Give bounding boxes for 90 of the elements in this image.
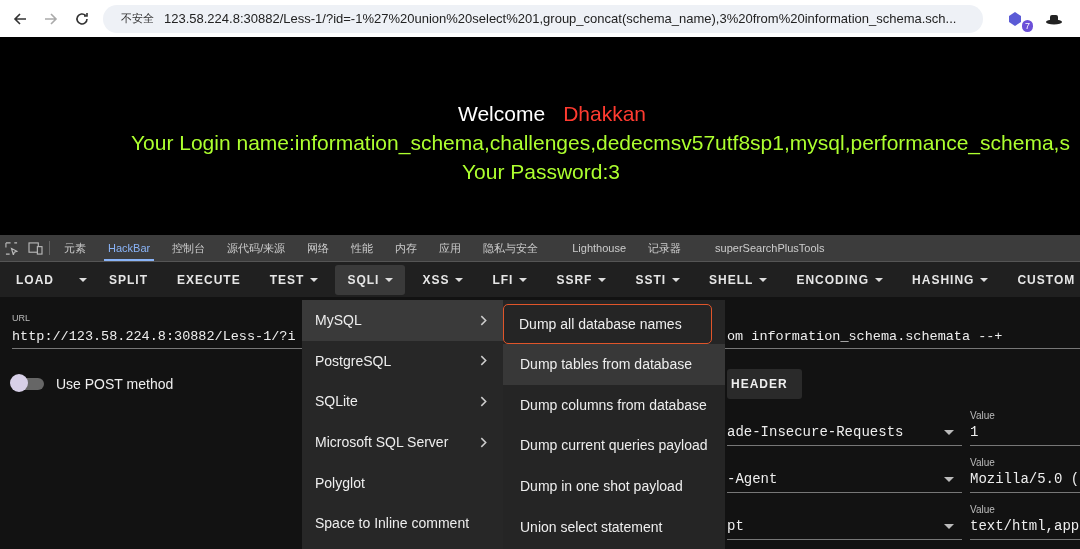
menu-item[interactable]: Dump all database names xyxy=(503,304,712,344)
extension-icon[interactable] xyxy=(1007,10,1023,27)
header-value-field[interactable]: 1 xyxy=(970,421,1080,446)
menu-item[interactable]: Dump tables from database xyxy=(503,344,725,385)
devtools-tab[interactable]: 隐私与安全 xyxy=(479,235,543,261)
dropdown-caret-icon xyxy=(944,430,954,435)
password-text: Your Password:3 xyxy=(461,159,621,185)
devtools-tab[interactable]: 记录器 xyxy=(644,235,686,261)
inspect-icon[interactable] xyxy=(5,241,18,255)
value-label: Value xyxy=(970,457,996,468)
menu-item[interactable]: Dump current queries payload xyxy=(503,425,725,466)
hat-icon[interactable] xyxy=(1045,12,1063,25)
menu-item[interactable]: Dump columns from database xyxy=(503,384,725,426)
header-value-field[interactable]: Mozilla/5.0 ( xyxy=(970,468,1080,493)
device-icon[interactable] xyxy=(28,241,43,255)
menu-button[interactable]: LFI xyxy=(480,264,540,295)
chevron-icon xyxy=(480,436,487,448)
back-icon[interactable] xyxy=(12,10,28,27)
devtools-tab[interactable]: Lighthouse xyxy=(568,235,631,261)
toolbar-button[interactable]: LOAD xyxy=(4,264,66,295)
reload-icon[interactable] xyxy=(74,10,90,27)
menu-item-label: PostgreSQL xyxy=(315,352,392,369)
welcome-text: Welcome xyxy=(458,101,546,127)
devtools-tab[interactable]: 元素 xyxy=(60,235,90,261)
caret-icon xyxy=(455,277,464,282)
header-name: ade-Insecure-Requests xyxy=(727,424,904,440)
dropdown-caret-icon xyxy=(944,477,954,482)
menu-item[interactable]: Polyglot xyxy=(302,462,503,503)
toggle-label: Use POST method xyxy=(56,376,174,392)
extension-badge: 7 xyxy=(1022,19,1033,32)
dropdown-caret-icon xyxy=(944,524,954,529)
caret-icon xyxy=(875,277,884,282)
url-value: om information_schema.schemata --+ xyxy=(727,329,1004,344)
menu-button[interactable]: SQLI xyxy=(335,264,406,295)
menu-item-label: Polyglot xyxy=(315,474,365,491)
menu-button[interactable]: CUSTOM xyxy=(1005,264,1080,295)
caret-icon xyxy=(598,277,607,282)
menu-button[interactable]: HASHING xyxy=(900,264,1001,295)
menu-item[interactable]: SQLite xyxy=(302,381,503,422)
chevron-icon xyxy=(480,355,487,367)
devtools-tab[interactable]: 性能 xyxy=(347,235,378,261)
value-label: Value xyxy=(970,504,996,515)
toolbar-button[interactable]: EXECUTE xyxy=(165,264,253,295)
security-label: 不安全 xyxy=(121,11,154,26)
value-label: Value xyxy=(970,410,996,421)
header-name: -Agent xyxy=(727,471,778,487)
menu-item-label: SQLite xyxy=(315,393,358,410)
address-bar[interactable]: 不安全 123.58.224.8:30882/Less-1/?id=-1%27%20union%20select%201,group_concat(schema_name),3%20from%20information_schema.sch... xyxy=(103,4,983,33)
menu-button[interactable]: ENCODING xyxy=(784,264,896,295)
chevron-icon xyxy=(480,396,487,407)
header-name-field[interactable]: -Agent xyxy=(727,457,962,493)
caret-icon xyxy=(980,277,989,282)
header-value-field[interactable]: text/html,app xyxy=(970,515,1080,540)
chevron-icon xyxy=(480,314,487,326)
menu-item[interactable]: Union select statement xyxy=(503,506,725,547)
caret-icon xyxy=(672,277,681,282)
menu-button[interactable]: XSS xyxy=(410,264,476,295)
menu-button[interactable]: TEST xyxy=(257,264,331,295)
url-value: http://123.58.224.8:30882/Less-1/?i xyxy=(12,329,297,344)
menu-button[interactable]: SSTI xyxy=(623,264,693,295)
menu-item[interactable]: MySQL xyxy=(302,300,503,341)
user-name: Dhakkan xyxy=(563,101,646,127)
caret-icon xyxy=(79,277,87,282)
caret-icon xyxy=(385,277,394,282)
menu-item-label: Space to Inline comment xyxy=(315,515,470,532)
devtools-tab[interactable]: superSearchPlusTools xyxy=(711,235,829,261)
url-label: URL xyxy=(12,313,30,323)
menu-item[interactable]: Dump in one shot payload xyxy=(503,465,725,507)
header-name: pt xyxy=(727,518,744,534)
login-name-text: Your Login name:information_schema,challenges,dedecmsv57utf8sp1,mysql,performance_schema,s xyxy=(130,130,1071,157)
menu-item[interactable]: Microsoft SQL Server xyxy=(302,421,503,463)
url-text: 123.58.224.8:30882/Less-1/?id=-1%27%20union%20select%201,group_concat(schema_name),3%20from%20information_schema.sch... xyxy=(164,11,957,26)
menu-item[interactable]: PostgreSQL xyxy=(302,340,503,382)
header-name-field[interactable]: ade-Insecure-Requests xyxy=(727,410,962,446)
caret-icon xyxy=(759,277,768,282)
devtools-tab[interactable]: 应用 xyxy=(435,235,466,261)
menu-item-label: MySQL xyxy=(315,312,362,329)
devtools-tab[interactable]: 控制台 xyxy=(168,235,210,261)
menu-button[interactable]: SHELL xyxy=(697,264,780,295)
header-button[interactable]: HEADER xyxy=(727,369,802,399)
header-name-field[interactable]: pt xyxy=(727,504,962,540)
caret-icon xyxy=(519,277,528,282)
devtools-tab[interactable]: 网络 xyxy=(303,235,334,261)
menu-item[interactable]: Space to Inline comment xyxy=(302,502,503,544)
caret-icon xyxy=(310,277,319,282)
devtools-tab[interactable]: 源代码/来源 xyxy=(223,235,290,261)
menu-button[interactable]: SSRF xyxy=(544,264,619,295)
devtools-tab[interactable]: 内存 xyxy=(391,235,422,261)
menu-item-label: Microsoft SQL Server xyxy=(315,434,449,451)
toolbar-button[interactable]: SPLIT xyxy=(97,264,160,295)
